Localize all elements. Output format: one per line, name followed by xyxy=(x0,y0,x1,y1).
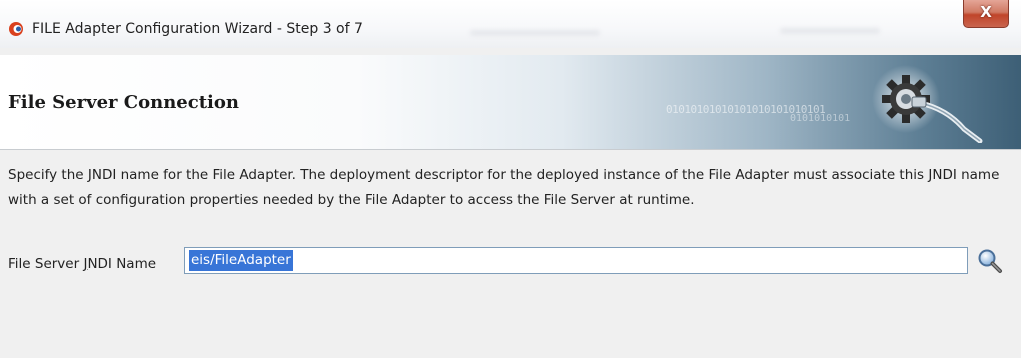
close-icon: X xyxy=(980,3,992,21)
gear-adapter-icon xyxy=(872,65,983,143)
window-titlebar: FILE Adapter Configuration Wizard - Step… xyxy=(0,0,1021,48)
label-text: NDI Name xyxy=(87,256,157,272)
instructions-text: Specify the JNDI name for the File Adapt… xyxy=(8,167,1000,208)
page-title: File Server Connection xyxy=(8,92,239,113)
background-blur xyxy=(470,30,600,36)
wizard-header: File Server Connection 01010101010101010… xyxy=(0,55,1021,149)
background-blur xyxy=(780,28,880,34)
window-title: FILE Adapter Configuration Wizard - Step… xyxy=(32,21,363,37)
jndi-name-label: File Server JNDI Name xyxy=(8,256,156,272)
binary-decoration: 0101010101 xyxy=(790,113,851,124)
jndi-name-value[interactable]: eis/FileAdapter xyxy=(189,250,293,271)
divider xyxy=(0,149,1021,150)
magnifier-icon[interactable] xyxy=(977,248,1003,274)
close-button[interactable]: X xyxy=(963,0,1009,28)
label-text: File Server xyxy=(8,256,84,272)
oracle-app-icon xyxy=(9,22,23,36)
jndi-name-input[interactable]: eis/FileAdapter xyxy=(184,247,968,274)
